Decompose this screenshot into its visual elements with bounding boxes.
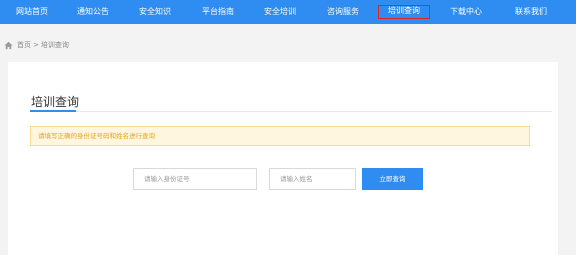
breadcrumb-separator: > <box>33 41 39 49</box>
home-icon <box>4 41 13 49</box>
notice-banner: 请填写正确的身份证号码和姓名进行查询 <box>30 126 530 146</box>
title-underline <box>30 110 76 112</box>
breadcrumb-home[interactable]: 首页 <box>17 40 31 50</box>
nav-item-notices[interactable]: 通知公告 <box>65 0 121 24</box>
nav-item-downloads[interactable]: 下载中心 <box>438 0 494 24</box>
id-number-input[interactable] <box>133 168 257 190</box>
breadcrumb-current: 培训查询 <box>40 41 69 49</box>
title-divider <box>30 111 552 112</box>
search-button[interactable]: 立即查询 <box>362 168 423 190</box>
name-input[interactable] <box>269 168 356 190</box>
nav-item-consulting[interactable]: 咨询服务 <box>315 0 371 24</box>
breadcrumb: 首页 > 培训查询 <box>4 39 69 51</box>
top-navigation: 网站首页 通知公告 安全知识 平台指南 安全培训 咨询服务 培训查询 下载中心 … <box>0 0 576 24</box>
nav-item-home[interactable]: 网站首页 <box>4 0 60 24</box>
page-title: 培训查询 <box>31 95 80 109</box>
nav-item-contact[interactable]: 联系我们 <box>503 0 559 24</box>
nav-item-training-query[interactable]: 培训查询 <box>378 5 430 19</box>
nav-item-platform-guide[interactable]: 平台指南 <box>190 0 246 24</box>
nav-item-safety-knowledge[interactable]: 安全知识 <box>127 0 183 24</box>
nav-item-safety-training[interactable]: 安全培训 <box>252 0 308 24</box>
main-panel: 培训查询 请填写正确的身份证号码和姓名进行查询 立即查询 <box>8 62 558 255</box>
